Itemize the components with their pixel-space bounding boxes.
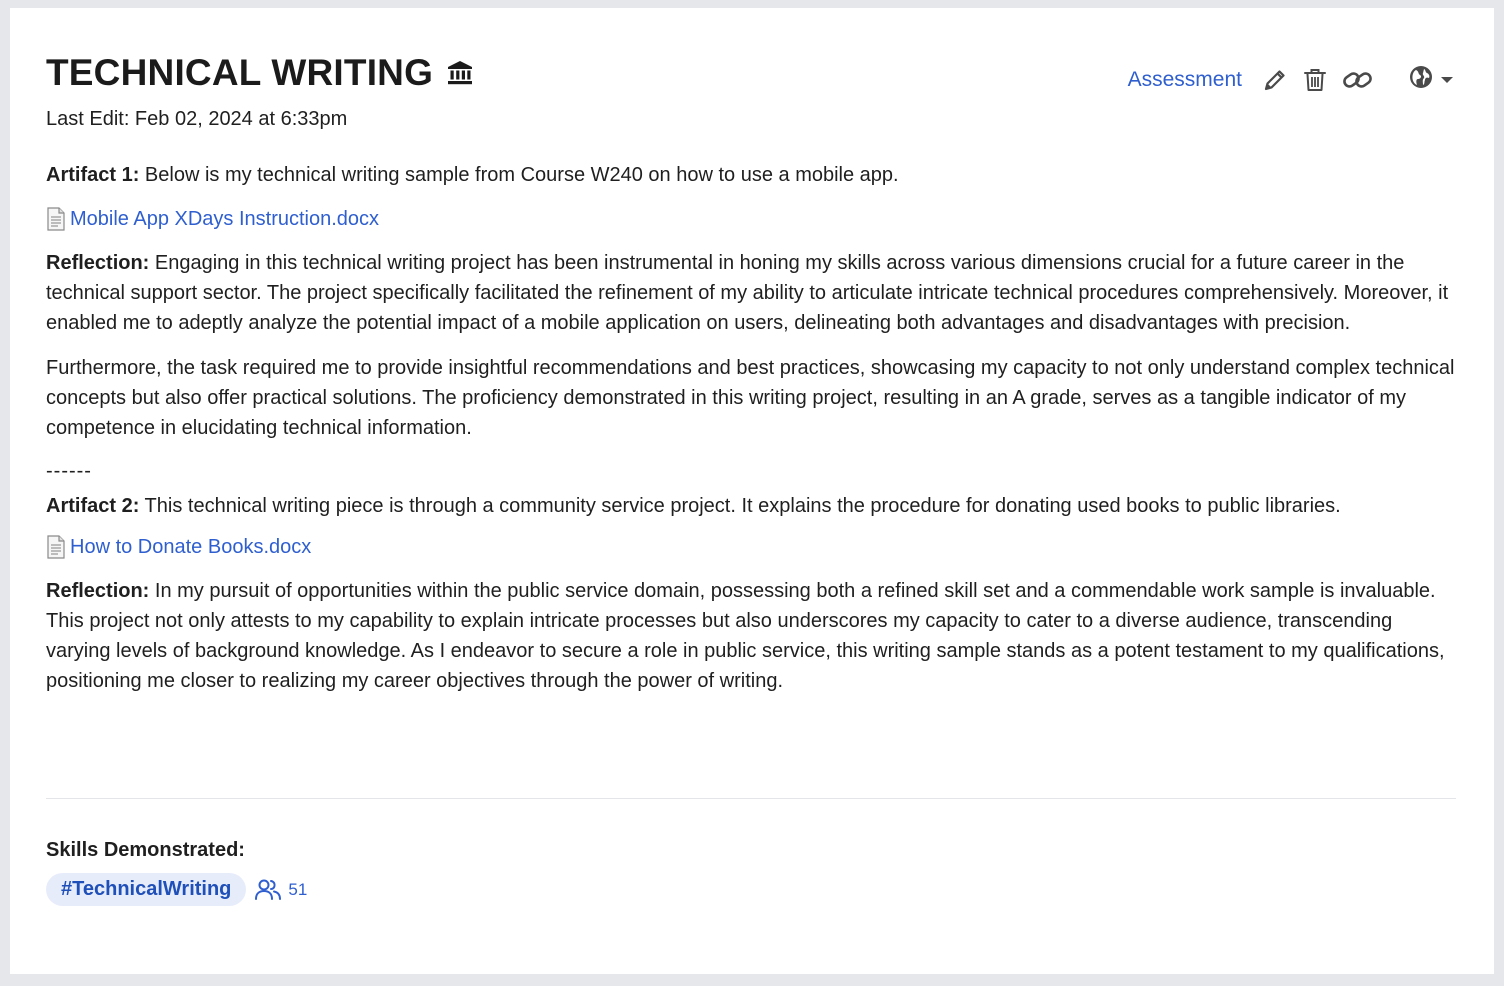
skills-row: #TechnicalWriting 51 <box>46 873 307 906</box>
file-attachment-1: Mobile App XDays Instruction.docx <box>46 204 1458 234</box>
endorsement-count: 51 <box>288 879 308 899</box>
artifact-1: Artifact 1: Below is my technical writin… <box>46 160 1458 190</box>
file-link-2[interactable]: How to Donate Books.docx <box>70 532 311 562</box>
artifact-1-label: Artifact 1: <box>46 164 140 186</box>
separator-text: ------ <box>46 460 92 482</box>
globe-icon <box>1408 64 1434 95</box>
users-icon <box>254 878 282 902</box>
reflection-1-text: Engaging in this technical writing proje… <box>46 252 1449 334</box>
reflection-2: Reflection: In my pursuit of opportuniti… <box>46 576 1458 696</box>
last-edit-timestamp: Last Edit: Feb 02, 2024 at 6:33pm <box>46 108 348 130</box>
artifact-2-text: This technical writing piece is through … <box>139 495 1341 517</box>
artifact-1-text: Below is my technical writing sample fro… <box>139 164 899 186</box>
assessment-link[interactable]: Assessment <box>1128 68 1242 92</box>
trash-icon[interactable] <box>1302 67 1328 93</box>
title-row: TECHNICAL WRITING <box>46 52 473 94</box>
reflection-2-label: Reflection: <box>46 580 150 602</box>
link-icon[interactable] <box>1342 67 1374 93</box>
artifact-2-label: Artifact 2: <box>46 495 140 517</box>
skill-tag-technical-writing[interactable]: #TechnicalWriting <box>46 873 247 906</box>
file-attachment-2: How to Donate Books.docx <box>46 532 1458 562</box>
action-bar: Assessment <box>1128 64 1454 95</box>
document-icon <box>46 207 66 231</box>
artifact-2: Artifact 2: This technical writing piece… <box>46 494 1458 518</box>
endorsements-button[interactable]: 51 <box>254 878 307 902</box>
portfolio-card: TECHNICAL WRITING Last Edit: Feb 02, 202… <box>10 8 1494 974</box>
reflection-1: Reflection: Engaging in this technical w… <box>46 248 1458 338</box>
visibility-dropdown[interactable] <box>1408 64 1454 95</box>
reflection-2-text: In my pursuit of opportunities within th… <box>46 580 1445 692</box>
skills-heading: Skills Demonstrated: <box>46 839 245 861</box>
caret-down-icon <box>1440 75 1454 85</box>
section-divider <box>46 798 1456 799</box>
file-link-1[interactable]: Mobile App XDays Instruction.docx <box>70 204 379 234</box>
reflection-1-label: Reflection: <box>46 252 150 274</box>
artifact-content: Artifact 1: Below is my technical writin… <box>46 160 1458 696</box>
document-icon <box>46 535 66 559</box>
institution-icon <box>447 60 473 86</box>
pencil-icon[interactable] <box>1262 67 1288 93</box>
reflection-1-paragraph-2: Furthermore, the task required me to pro… <box>46 357 1455 439</box>
page-title: TECHNICAL WRITING <box>46 52 434 93</box>
